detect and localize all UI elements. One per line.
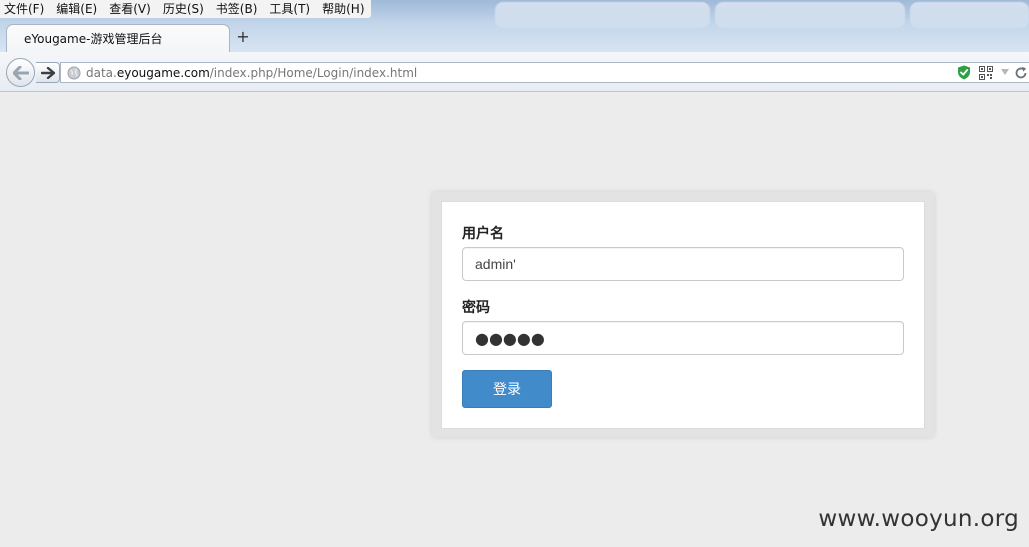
window-titlebar: 文件(F) 编辑(E) 查看(V) 历史(S) 书签(B) 工具(T) 帮助(H…	[0, 0, 1029, 52]
arrow-right-icon	[40, 66, 55, 79]
arrow-left-icon	[12, 65, 29, 80]
menu-tools[interactable]: 工具(T)	[269, 0, 310, 18]
new-tab-button[interactable]: +	[234, 28, 252, 46]
tab-title: eYougame-游戏管理后台	[24, 32, 163, 46]
browser-tab[interactable]: eYougame-游戏管理后台	[6, 24, 230, 52]
password-masked-value: ●●●●●	[475, 328, 545, 348]
menu-view[interactable]: 查看(V)	[109, 0, 151, 18]
url-path: /index.php/Home/Login/index.html	[209, 65, 418, 80]
forward-button[interactable]	[36, 62, 60, 83]
menu-bookmarks[interactable]: 书签(B)	[216, 0, 258, 18]
globe-icon	[67, 66, 81, 79]
dropdown-arrow-icon[interactable]	[1000, 68, 1010, 76]
login-form: 用户名 admin' 密码 ●●●●● 登录	[441, 201, 925, 429]
background-window-blur	[910, 2, 1029, 28]
username-input[interactable]: admin'	[462, 247, 904, 281]
password-label: 密码	[462, 300, 490, 316]
url-domain: eyougame.com	[116, 65, 210, 80]
shield-icon[interactable]	[957, 65, 971, 80]
login-panel: 用户名 admin' 密码 ●●●●● 登录	[432, 192, 934, 437]
reload-icon[interactable]	[1014, 66, 1028, 80]
url-prefix: data.	[86, 65, 117, 80]
background-window-blur	[715, 2, 905, 28]
menu-help[interactable]: 帮助(H)	[322, 0, 364, 18]
background-window-blur	[495, 2, 710, 28]
password-input[interactable]: ●●●●●	[462, 321, 904, 355]
address-bar[interactable]: data.eyougame.com/index.php/Home/Login/i…	[60, 62, 1029, 83]
menu-bar: 文件(F) 编辑(E) 查看(V) 历史(S) 书签(B) 工具(T) 帮助(H…	[0, 0, 371, 18]
username-label: 用户名	[462, 226, 504, 242]
watermark: www.wooyun.org	[818, 506, 1019, 532]
menu-file[interactable]: 文件(F)	[4, 0, 44, 18]
menu-edit[interactable]: 编辑(E)	[56, 0, 97, 18]
menu-history[interactable]: 历史(S)	[163, 0, 204, 18]
login-button[interactable]: 登录	[462, 370, 552, 408]
back-button[interactable]	[6, 58, 35, 87]
qr-code-icon[interactable]	[979, 66, 993, 80]
url-text: data.eyougame.com/index.php/Home/Login/i…	[86, 66, 417, 80]
navigation-bar: data.eyougame.com/index.php/Home/Login/i…	[0, 52, 1029, 92]
username-value: admin'	[475, 256, 516, 272]
